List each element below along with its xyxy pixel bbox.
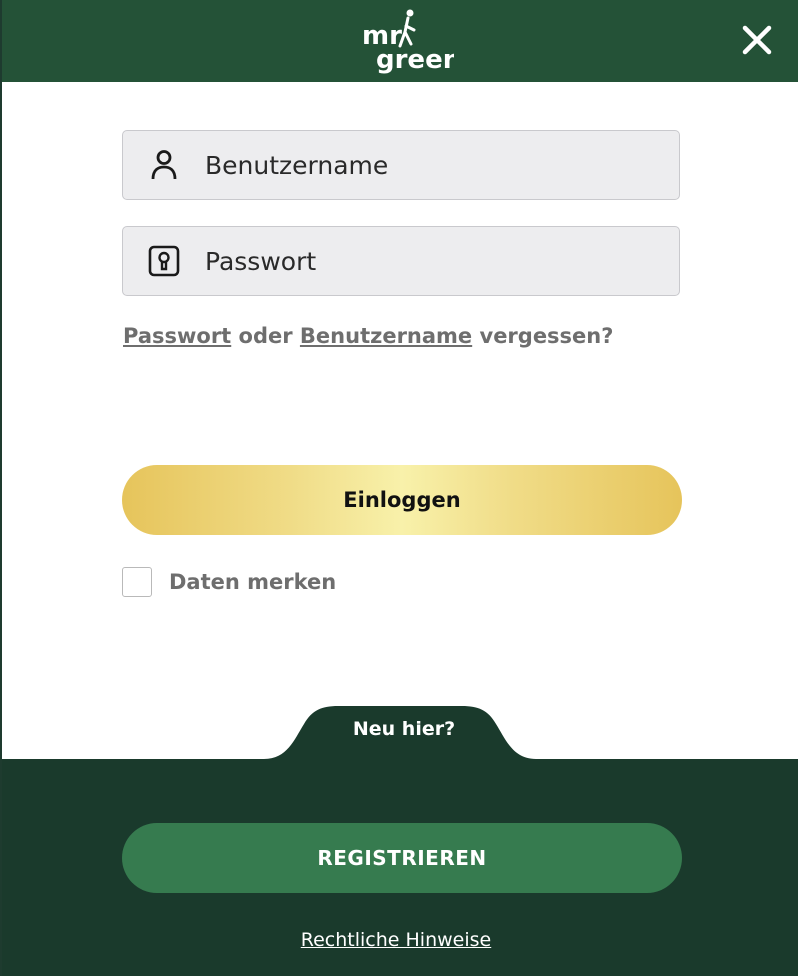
remember-checkbox[interactable] [122,567,152,597]
new-here-tab: Neu hier? [352,718,456,740]
keyhole-lock-icon [147,244,181,278]
forgot-username-link[interactable]: Benutzername [300,324,472,348]
modal-header: mr green [2,0,798,82]
user-icon [147,148,181,182]
login-button[interactable]: Einloggen [122,465,682,535]
close-icon[interactable] [738,21,776,59]
username-input[interactable] [203,134,679,196]
mr-green-logo: mr green [362,9,454,75]
logo-text-green: green [376,45,454,75]
forgot-credentials-text: Passwort oder Benutzername vergessen? [123,324,613,348]
username-field[interactable] [122,130,680,200]
password-input[interactable] [203,230,679,292]
remember-label: Daten merken [169,570,337,594]
forgot-suffix: vergessen? [472,324,614,348]
register-button[interactable]: REGISTRIEREN [122,823,682,893]
legal-notice-link[interactable]: Rechtliche Hinweise [122,929,670,951]
forgot-connector: oder [231,324,300,348]
login-modal: mr green Pas [0,0,798,976]
remember-me[interactable]: Daten merken [122,567,336,597]
forgot-password-link[interactable]: Passwort [123,324,231,348]
logo-figure-icon [398,9,416,48]
password-field[interactable] [122,226,680,296]
